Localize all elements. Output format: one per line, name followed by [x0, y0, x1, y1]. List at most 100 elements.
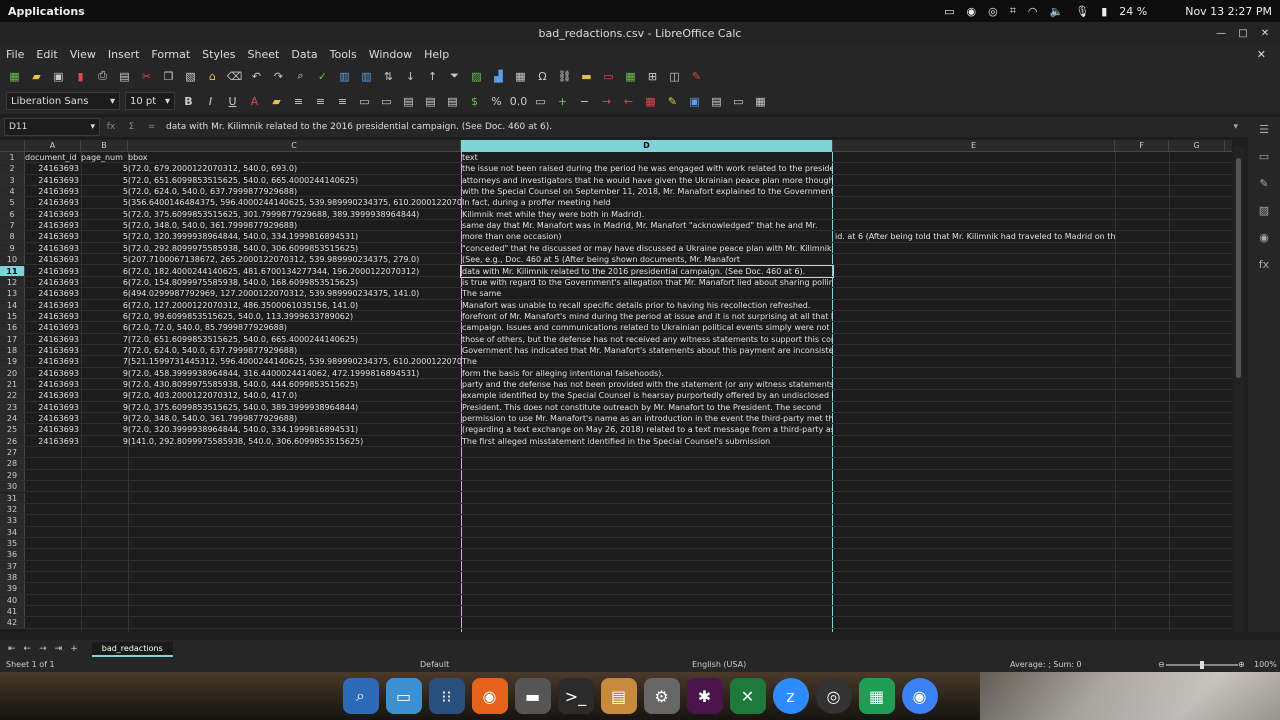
cell-bbox[interactable]: (72.0, 679.2000122070312, 540.0, 693.0) [128, 163, 461, 174]
store-icon[interactable]: ▤ [600, 678, 637, 714]
row-header[interactable]: 2 [0, 163, 25, 174]
cell-bbox[interactable]: (356.6400146484375, 596.4000244140625, 5… [128, 197, 461, 208]
menu-help[interactable]: Help [418, 48, 455, 61]
column-header-f[interactable]: F [1115, 140, 1169, 152]
sort-icon[interactable]: ⇅ [380, 68, 397, 84]
cell-page-num[interactable]: 9 [81, 379, 128, 390]
chrome-icon[interactable]: ◉ [901, 678, 938, 714]
highlight-icon[interactable]: ▰ [268, 93, 285, 109]
cell-document-id[interactable]: 24163693 [25, 197, 81, 208]
app-grid-icon[interactable]: ⁝⁝ [428, 678, 465, 714]
calc-app-icon[interactable]: ✕ [729, 678, 766, 714]
toggle-grid-icon[interactable]: ▦ [752, 93, 769, 109]
cell-page-num[interactable]: 9 [81, 390, 128, 401]
row-header[interactable]: 23 [0, 401, 25, 413]
row-header[interactable]: 26 [0, 435, 25, 447]
comment-icon[interactable]: ▬ [578, 68, 595, 84]
grid-tray-icon[interactable]: ⌗ [1010, 4, 1016, 18]
row-header[interactable]: 16 [0, 322, 25, 333]
cell-bbox[interactable]: (72.0, 348.0, 540.0, 361.7999877929688) [128, 413, 461, 424]
print-icon[interactable]: ⎙ [94, 68, 111, 84]
number-format-icon[interactable]: 0.0 [510, 93, 528, 109]
cell-document-id[interactable]: 24163693 [25, 266, 81, 277]
cell-bbox[interactable]: (72.0, 375.6099853515625, 540.0, 389.399… [128, 402, 461, 413]
sort-asc-icon[interactable]: ↓ [402, 68, 419, 84]
cell-page-num[interactable]: 5 [81, 186, 128, 197]
wrap-text-icon[interactable]: ▭ [356, 93, 373, 109]
first-sheet-icon[interactable]: ⇤ [8, 644, 16, 654]
row-icon[interactable]: ▥ [336, 68, 353, 84]
zoom-knob[interactable] [1200, 661, 1204, 669]
italic-icon[interactable]: I [202, 93, 219, 109]
row-header[interactable]: 20 [0, 367, 25, 378]
cell-text[interactable]: (regarding a text exchange on May 26, 20… [461, 424, 833, 435]
menu-tools[interactable]: Tools [324, 48, 363, 61]
split-window-icon[interactable]: ◫ [666, 68, 683, 84]
cell-text[interactable]: The same [461, 288, 833, 299]
zoom-app-icon[interactable]: z [772, 678, 809, 714]
column-header-a[interactable]: A [25, 140, 81, 152]
cell-page-num[interactable]: 9 [81, 368, 128, 379]
cell-overflow-text[interactable]: id. at 6 (After being told that Mr. Kili… [833, 231, 1115, 242]
formula-input[interactable]: data with Mr. Kilimnik related to the 20… [166, 122, 552, 132]
cell-bbox[interactable]: (72.0, 430.8099975585938, 540.0, 444.609… [128, 379, 461, 390]
column-header-d[interactable]: D [461, 140, 833, 152]
row-header[interactable]: 9 [0, 242, 25, 254]
cell-text[interactable]: "conceded" that he discussed or may have… [461, 243, 833, 254]
align-top-icon[interactable]: ▤ [400, 93, 417, 109]
font-name-box[interactable]: Liberation Sans ▾ [6, 92, 120, 110]
row-header[interactable]: 15 [0, 310, 25, 322]
navigator-icon[interactable]: ◉ [1259, 231, 1269, 244]
cell-text[interactable]: with the Special Counsel on September 11… [461, 186, 833, 197]
menu-sheet[interactable]: Sheet [242, 48, 286, 61]
cell-text[interactable]: example identified by the Special Counse… [461, 390, 833, 401]
hyperlink-icon[interactable]: ⛓ [556, 68, 573, 84]
align-middle-icon[interactable]: ▤ [422, 93, 439, 109]
print-preview-icon[interactable]: ▤ [116, 68, 133, 84]
menu-edit[interactable]: Edit [30, 48, 63, 61]
name-box[interactable]: D11 ▾ [4, 118, 100, 136]
cell-text[interactable]: those of others, but the defense has not… [461, 334, 833, 345]
cell-page-num[interactable]: 6 [81, 311, 128, 322]
cell-text[interactable]: Government has indicated that Mr. Manafo… [461, 345, 833, 356]
cell-bbox[interactable]: (494.0299987792969, 127.2000122070312, 5… [128, 288, 461, 299]
prev-sheet-icon[interactable]: ← [24, 644, 32, 654]
cell-page-num[interactable]: 9 [81, 424, 128, 435]
row-header[interactable]: 27 [0, 447, 25, 458]
header-document-id[interactable]: document_id [25, 152, 81, 163]
new-icon[interactable]: ▦ [6, 68, 23, 84]
cell-document-id[interactable]: 24163693 [25, 334, 81, 345]
sort-desc-icon[interactable]: ↑ [424, 68, 441, 84]
bold-icon[interactable]: B [180, 93, 197, 109]
cell-document-id[interactable]: 24163693 [25, 436, 81, 447]
add-sheet-icon[interactable]: + [70, 644, 78, 654]
cell-bbox[interactable]: (72.0, 624.0, 540.0, 637.7999877929688) [128, 186, 461, 197]
spreadsheet-app-icon[interactable]: ▦ [858, 678, 895, 714]
show-draw-functions-icon[interactable]: ✎ [688, 68, 705, 84]
cell-bbox[interactable]: (141.0, 292.8099975585938, 540.0, 306.60… [128, 436, 461, 447]
mic-icon[interactable]: 🎙 [1075, 5, 1089, 18]
cell-page-num[interactable]: 5 [81, 197, 128, 208]
slack-icon[interactable]: ✱ [686, 678, 723, 714]
image-icon[interactable]: ▨ [468, 68, 485, 84]
cell-bbox[interactable]: (72.0, 348.0, 540.0, 361.7999877929688) [128, 220, 461, 231]
cell-bbox[interactable]: (72.0, 292.8099975585938, 540.0, 306.609… [128, 243, 461, 254]
row-header[interactable]: 14 [0, 299, 25, 310]
formula-icon[interactable]: = [148, 122, 156, 132]
cell-text[interactable]: more than one occasion) [461, 231, 833, 242]
copy-icon[interactable]: ❐ [160, 68, 177, 84]
wifi-icon[interactable]: ◠ [1028, 5, 1038, 18]
cell-bbox[interactable]: (72.0, 127.2000122070312, 486.3500061035… [128, 300, 461, 311]
cell-text[interactable]: forefront of Mr. Manafort's mind during … [461, 311, 833, 322]
percent-icon[interactable]: % [488, 93, 505, 109]
cell-text[interactable]: The [461, 356, 833, 367]
column-header-c[interactable]: C [128, 140, 461, 152]
cell-text[interactable]: The first alleged misstatement identifie… [461, 436, 833, 447]
cell-text[interactable]: permission to use Mr. Manafort's name as… [461, 413, 833, 424]
cell-page-num[interactable]: 5 [81, 163, 128, 174]
zoom-in-icon[interactable]: ⊕ [1238, 660, 1245, 669]
cell-text[interactable]: data with Mr. Kilimnik related to the 20… [460, 264, 834, 278]
row-header[interactable]: 29 [0, 469, 25, 481]
row-header[interactable]: 19 [0, 356, 25, 367]
cell-document-id[interactable]: 24163693 [25, 300, 81, 311]
